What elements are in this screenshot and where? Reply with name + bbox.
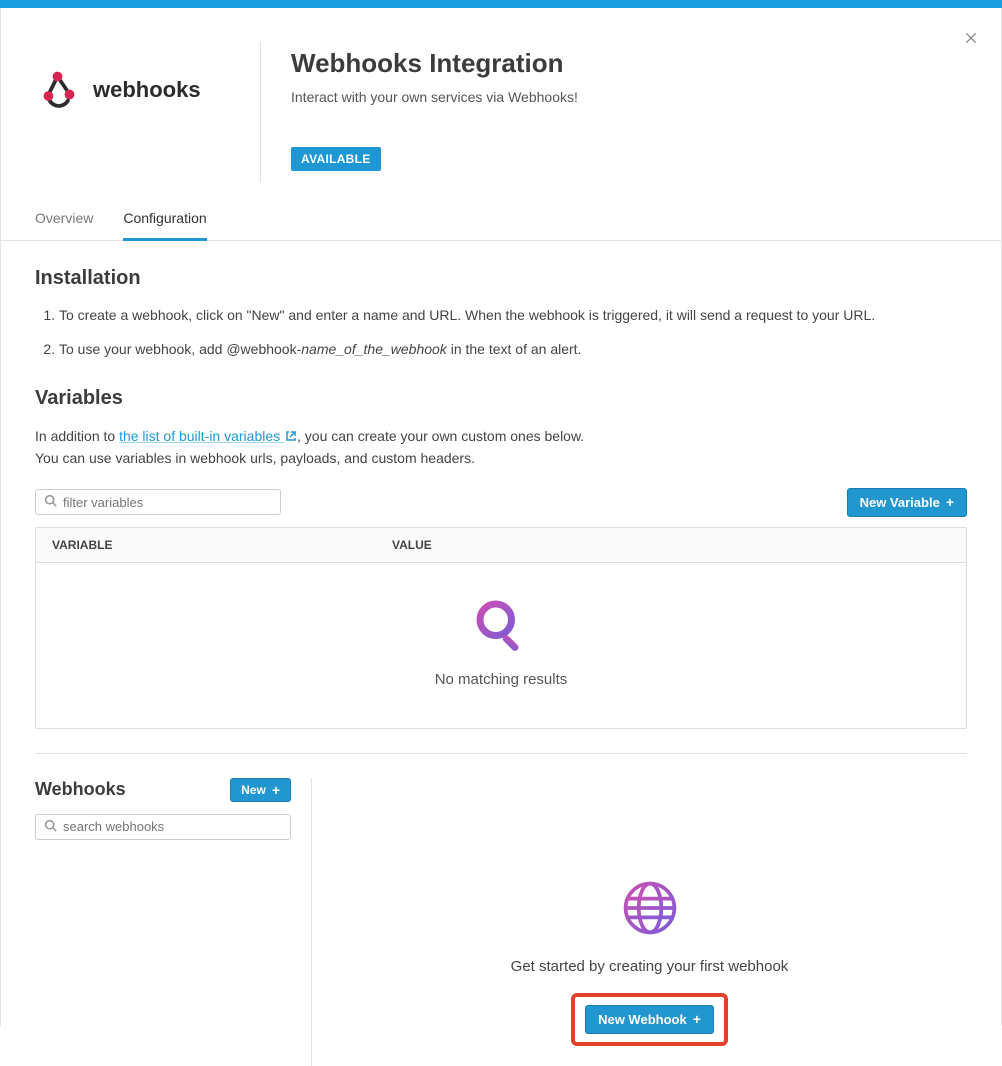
top-accent-bar [0, 0, 1002, 8]
external-link-icon [285, 427, 297, 439]
globe-icon [620, 878, 680, 938]
new-variable-label: New Variable [860, 495, 940, 510]
webhooks-heading: Webhooks [35, 779, 126, 800]
tabs: Overview Configuration [1, 200, 1001, 241]
variables-table: VARIABLE VALUE No matchi [35, 527, 967, 729]
plus-icon: + [272, 783, 280, 797]
webhooks-zone: Webhooks New + [35, 778, 967, 1066]
page-title: Webhooks Integration [291, 48, 967, 79]
title-block: Webhooks Integration Interact with your … [291, 42, 967, 171]
status-badge: AVAILABLE [291, 147, 381, 171]
empty-message: No matching results [36, 671, 966, 688]
new-button[interactable]: New + [230, 778, 291, 802]
search-webhooks-box[interactable] [35, 814, 291, 840]
built-in-variables-link[interactable]: the list of built-in variables [119, 428, 297, 444]
step2-post: in the text of an alert. [447, 341, 582, 357]
close-icon [963, 30, 979, 46]
content: Installation To create a webhook, click … [1, 241, 1001, 1066]
getstarted-text: Get started by creating your first webho… [511, 958, 789, 975]
variables-empty-state: No matching results [36, 563, 966, 728]
webhooks-header-row: Webhooks New + [35, 778, 291, 802]
tab-overview[interactable]: Overview [35, 200, 93, 240]
webhooks-empty-state: Get started by creating your first webho… [332, 778, 967, 1066]
installation-steps: To create a webhook, click on "New" and … [35, 306, 967, 359]
column-variable: VARIABLE [36, 528, 376, 562]
filter-variables-input[interactable] [63, 495, 272, 510]
installation-step-1: To create a webhook, click on "New" and … [59, 306, 967, 326]
new-webhook-label: New Webhook [598, 1012, 687, 1027]
close-button[interactable] [959, 26, 983, 50]
variables-intro: In addition to the list of built-in vari… [35, 426, 967, 469]
column-value: VALUE [376, 528, 966, 562]
vertical-separator [311, 778, 312, 1066]
logo-block: webhooks [35, 42, 230, 114]
header-divider [260, 42, 261, 182]
filter-variables-box[interactable] [35, 489, 281, 515]
webhooks-sidebar: Webhooks New + [35, 778, 291, 1066]
section-divider [35, 753, 967, 754]
step2-pre: To use your webhook, add @webhook- [59, 341, 301, 357]
variables-intro-link-text: the list of built-in variables [119, 428, 280, 444]
integration-modal: webhooks Webhooks Integration Interact w… [0, 8, 1002, 1026]
magnifier-icon [473, 597, 529, 653]
logo-wordmark: webhooks [93, 77, 201, 103]
variables-section: Variables In addition to the list of bui… [35, 387, 967, 728]
search-icon [44, 494, 57, 510]
step2-italic: name_of_the_webhook [301, 341, 447, 357]
new-variable-button[interactable]: New Variable + [847, 488, 967, 517]
search-icon [44, 819, 57, 835]
plus-icon: + [693, 1012, 701, 1026]
new-label: New [241, 783, 266, 797]
search-webhooks-input[interactable] [63, 819, 282, 834]
variables-table-header: VARIABLE VALUE [36, 528, 966, 563]
variables-intro-pre: In addition to [35, 428, 119, 444]
webhooks-icon [35, 66, 83, 114]
variables-intro-post: , you can create your own custom ones be… [297, 428, 584, 444]
tab-configuration[interactable]: Configuration [123, 200, 206, 241]
variables-heading: Variables [35, 387, 967, 410]
highlight-frame: New Webhook + [571, 993, 728, 1046]
plus-icon: + [946, 495, 954, 509]
installation-heading: Installation [35, 267, 967, 290]
variables-toolbar: New Variable + [35, 488, 967, 517]
new-webhook-button[interactable]: New Webhook + [585, 1005, 714, 1034]
page-subtitle: Interact with your own services via Webh… [291, 89, 967, 105]
installation-step-2: To use your webhook, add @webhook-name_o… [59, 340, 967, 360]
header: webhooks Webhooks Integration Interact w… [1, 8, 1001, 182]
variables-intro-line2: You can use variables in webhook urls, p… [35, 450, 475, 466]
